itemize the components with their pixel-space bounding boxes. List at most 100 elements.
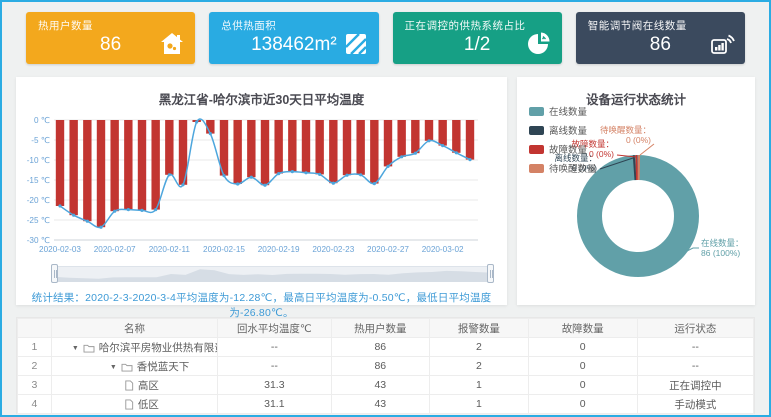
temp-point xyxy=(318,173,321,176)
temp-bar xyxy=(124,120,132,210)
temp-bar xyxy=(466,120,474,160)
node-name: 香悦蓝天下 xyxy=(137,361,190,373)
kpi-title: 正在调控的供热系统占比 xyxy=(393,12,562,33)
alarms-cell: 2 xyxy=(430,338,529,357)
temp-point xyxy=(277,172,280,175)
folder-icon xyxy=(121,362,133,372)
legend-item-故障数量[interactable]: 故障数量 xyxy=(529,142,597,156)
temp-bar xyxy=(56,120,64,206)
temp-point xyxy=(209,132,212,135)
status-cell: -- xyxy=(637,338,753,357)
folder-icon xyxy=(83,343,95,353)
x-axis-tick: 2020-02-23 xyxy=(312,245,354,254)
kpi-title: 智能调节阀在线数量 xyxy=(576,12,745,33)
area-icon xyxy=(343,31,369,57)
temp-point xyxy=(86,220,89,223)
legend-label: 在线数量 xyxy=(549,104,587,118)
name-cell[interactable]: 低区 xyxy=(51,395,217,414)
temp-point xyxy=(427,139,430,142)
x-axis-tick: 2020-02-15 xyxy=(203,245,245,254)
temp-point xyxy=(222,174,225,177)
temp-point xyxy=(58,204,61,207)
faults-cell: 0 xyxy=(528,357,637,376)
kpi-card-regulated-ratio: 正在调控的供热系统占比 1/2 xyxy=(393,12,562,64)
temp-bar xyxy=(69,120,77,215)
y-axis-tick: -10 ℃ xyxy=(27,156,50,165)
table-row[interactable]: 3高区31.34310正在调控中 xyxy=(18,376,754,395)
statistics-summary: 统计结果：2020-2-3-2020-3-4平均温度为-12.28℃，最高日平均… xyxy=(16,290,507,320)
temp-point xyxy=(263,184,266,187)
heating-dashboard: 热用户数量 86 总供热面积 138462m² 正在调控的供热系统占比 1/2 … xyxy=(0,0,771,417)
table-row[interactable]: 1▼哈尔滨平房物业供热有限责任公司--8620-- xyxy=(18,338,754,357)
x-axis-tick: 2020-02-19 xyxy=(258,245,300,254)
temp-point xyxy=(414,152,417,155)
temp-bar xyxy=(452,120,460,153)
node-name: 哈尔滨平房物业供热有限责任公司 xyxy=(99,342,218,354)
temp-bar xyxy=(288,120,296,172)
table-column-header: 名称 xyxy=(51,319,217,338)
y-axis-tick: 0 ℃ xyxy=(34,116,50,125)
signal-icon xyxy=(709,31,735,57)
temp-bar xyxy=(97,120,105,227)
donut-legend: 在线数量离线数量故障数量待唤醒数量 xyxy=(529,104,597,180)
alarms-cell: 1 xyxy=(430,395,529,414)
x-axis-tick: 2020-02-03 xyxy=(39,245,81,254)
y-axis-tick: -15 ℃ xyxy=(27,176,50,185)
legend-label: 故障数量 xyxy=(549,142,587,156)
table-column-header: 运行状态 xyxy=(637,319,753,338)
legend-item-待唤醒数量[interactable]: 待唤醒数量 xyxy=(529,161,597,175)
name-cell[interactable]: ▼ 哈尔滨平房物业供热有限责任公司 xyxy=(51,338,217,357)
alarms-cell: 1 xyxy=(430,376,529,395)
temp-bar xyxy=(165,120,173,175)
return-temp-cell: 31.1 xyxy=(218,395,331,414)
faults-cell: 0 xyxy=(528,376,637,395)
x-axis-tick: 2020-03-02 xyxy=(422,245,464,254)
tree-expand-caret[interactable]: ▼ xyxy=(110,364,117,371)
legend-swatch xyxy=(529,107,544,116)
temp-bar xyxy=(261,120,269,185)
name-cell[interactable]: 高区 xyxy=(51,376,217,395)
table-column-header: 热用户数量 xyxy=(331,319,430,338)
temp-point xyxy=(168,173,171,176)
temp-bar xyxy=(83,120,91,221)
legend-swatch xyxy=(529,126,544,135)
row-number: 2 xyxy=(18,357,52,376)
temp-point xyxy=(236,182,239,185)
temp-bar xyxy=(425,120,433,141)
legend-item-离线数量[interactable]: 离线数量 xyxy=(529,123,597,137)
heating-systems-table: 名称回水平均温度℃热用户数量报警数量故障数量运行状态 1 ▼ 哈尔滨平房物业供热有限… xyxy=(17,318,754,414)
temp-point xyxy=(373,182,376,185)
legend-swatch xyxy=(529,145,544,154)
table-row[interactable]: 2▼香悦蓝天下--8620-- xyxy=(18,357,754,376)
datazoom-slider[interactable] xyxy=(54,266,491,281)
device-status-panel: 设备运行状态统计 在线数量离线数量故障数量待唤醒数量 待唤醒数量：0 (0%)故… xyxy=(517,77,755,305)
return-temp-cell: -- xyxy=(218,357,331,376)
temp-bar xyxy=(315,120,323,174)
temp-bar xyxy=(384,120,392,166)
status-cell: -- xyxy=(637,357,753,376)
node-name: 高区 xyxy=(138,380,159,392)
users-cell: 86 xyxy=(331,357,430,376)
tree-expand-caret[interactable]: ▼ xyxy=(72,345,79,352)
temp-bar xyxy=(138,120,146,210)
donut-slice-online[interactable] xyxy=(590,168,687,265)
table-column-header: 故障数量 xyxy=(528,319,637,338)
table-row[interactable]: 4低区31.14310手动模式 xyxy=(18,395,754,414)
legend-label: 离线数量 xyxy=(549,123,587,137)
temp-point xyxy=(455,151,458,154)
return-temp-cell: -- xyxy=(218,338,331,357)
temp-point xyxy=(345,174,348,177)
temp-bar xyxy=(397,120,405,157)
temp-point xyxy=(400,155,403,158)
temp-point xyxy=(127,208,130,211)
datazoom-right-handle[interactable] xyxy=(487,264,494,283)
x-axis-tick: 2020-02-07 xyxy=(94,245,136,254)
donut-label-在线数量: 在线数量：86 (100%) xyxy=(701,239,744,258)
y-axis-tick: -20 ℃ xyxy=(27,196,50,205)
datazoom-left-handle[interactable] xyxy=(51,264,58,283)
legend-item-在线数量[interactable]: 在线数量 xyxy=(529,104,597,118)
temp-point xyxy=(154,208,157,211)
name-cell[interactable]: ▼ 香悦蓝天下 xyxy=(51,357,217,376)
table-header-row: 名称回水平均温度℃热用户数量报警数量故障数量运行状态 xyxy=(18,319,754,338)
temp-bar xyxy=(247,120,255,177)
